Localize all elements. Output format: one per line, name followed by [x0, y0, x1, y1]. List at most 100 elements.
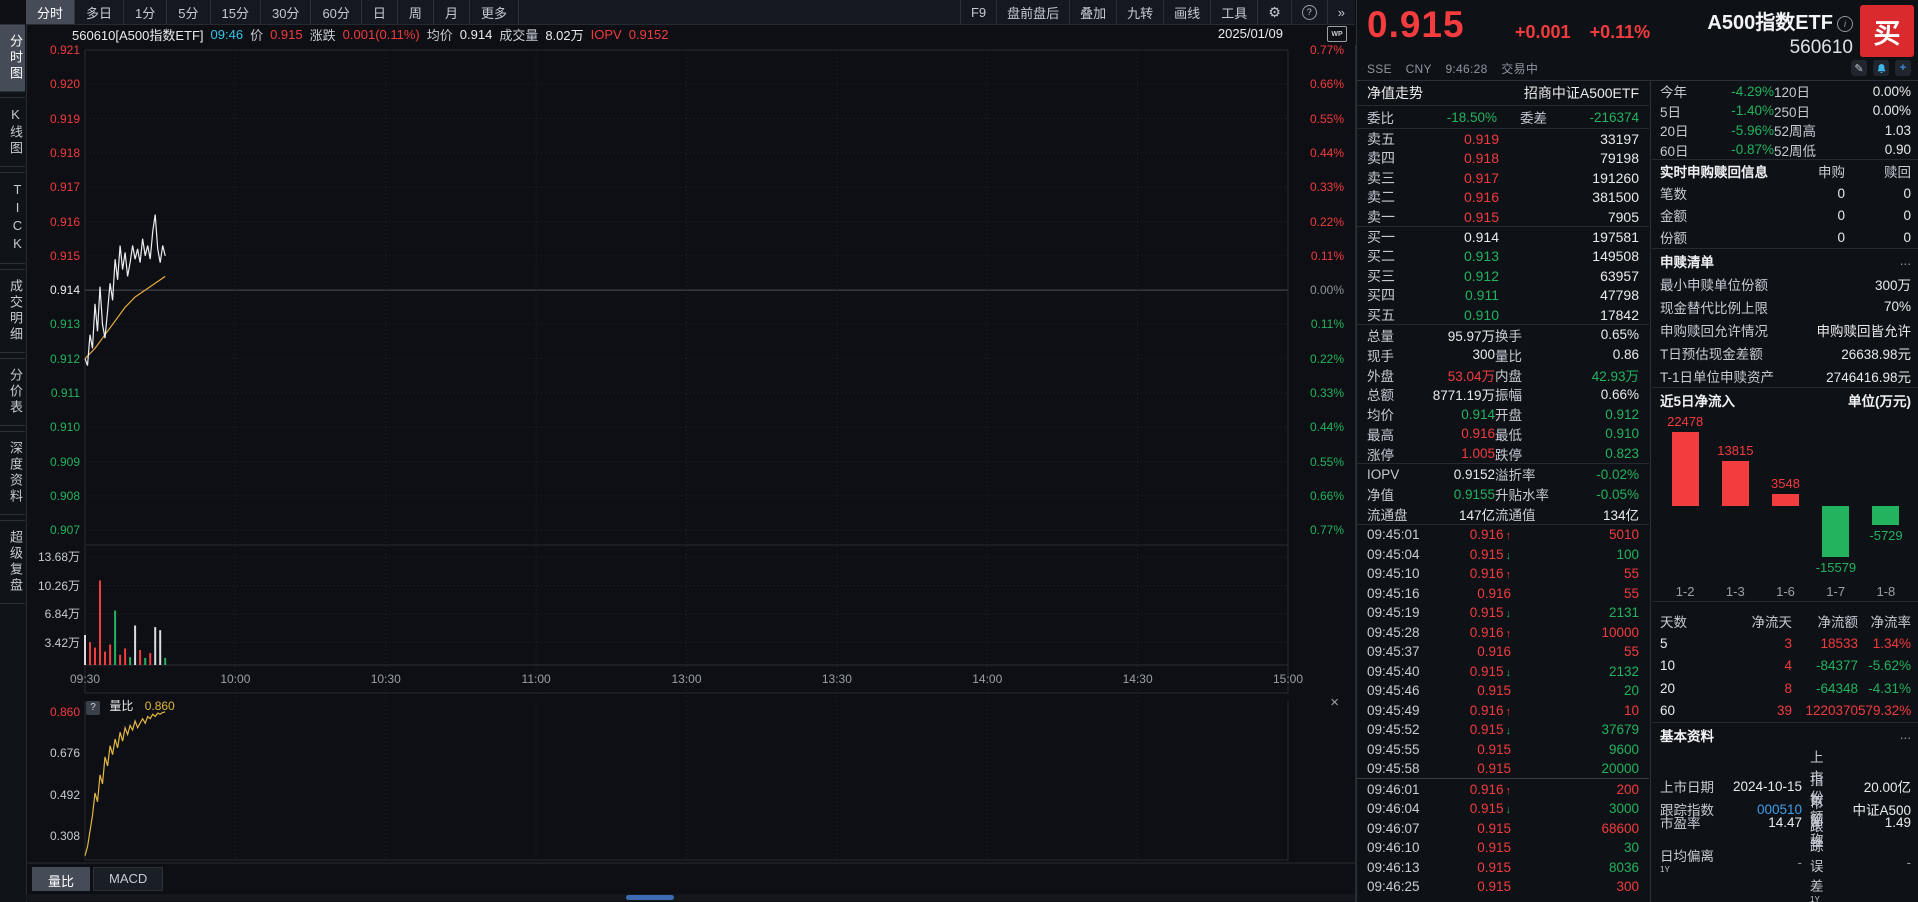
toolbar-tab-分时[interactable]: 分时	[26, 0, 75, 24]
stat-label: 净值	[1367, 484, 1411, 504]
buy-button[interactable]: 买	[1860, 5, 1914, 57]
toolbar-tab-5分[interactable]: 5分	[167, 0, 210, 24]
orderbook-row-卖四[interactable]: 卖四0.91879198	[1357, 148, 1649, 167]
tick-volume: 37679	[1511, 722, 1639, 737]
flow-table-cell: 20	[1660, 681, 1696, 696]
sidebar-item-成交明细[interactable]: 成交明细	[0, 269, 25, 353]
tick-price: 0.915	[1433, 821, 1511, 836]
shenshu-row: T日预估现金差额26638.98元	[1652, 341, 1918, 364]
shenshu-row: T-1日单位申赎资产2746416.98元	[1652, 364, 1918, 388]
horizontal-scrollbar-thumb[interactable]	[626, 895, 674, 900]
nav-title[interactable]: 净值走势	[1367, 83, 1423, 103]
axis-label: 0.77%	[1292, 523, 1344, 537]
indicator-tab-MACD[interactable]: MACD	[93, 867, 163, 891]
bottom-indicator-tabs: 量比MACD	[32, 867, 166, 891]
orderbook-row-买一[interactable]: 买一0.914197581	[1357, 227, 1649, 246]
indicator-tab-量比[interactable]: 量比	[32, 867, 90, 891]
orderbook-row-买五[interactable]: 买五0.91017842	[1357, 305, 1649, 324]
tick-time: 09:45:10	[1367, 566, 1433, 581]
toolbar-tab-更多[interactable]: 更多	[470, 0, 519, 24]
intraday-chart-svg	[26, 45, 1355, 865]
instrument-code: 560610	[1707, 37, 1853, 59]
tick-row: 09:45:580.91520000	[1357, 759, 1649, 779]
sidebar-item-分价表[interactable]: 分价表	[0, 358, 25, 426]
axis-label: 0.916	[30, 215, 80, 229]
shenshu-row: 现金替代比例上限70%	[1652, 295, 1918, 318]
orderbook-row-卖三[interactable]: 卖三0.917191260	[1357, 168, 1649, 187]
toolbar-button-F9[interactable]: F9	[960, 0, 996, 24]
intraday-chart-area[interactable]: ? 量比 0.860 × 量比MACD 0.9210.9200.9190.918…	[26, 45, 1356, 902]
chart-toolbar-right: F9盘前盘后叠加九转画线工具⚙?»	[960, 0, 1355, 24]
expand-more-icon[interactable]: »	[1327, 0, 1355, 24]
stats-row: 外盘53.04万内盘42.93万	[1357, 365, 1649, 385]
realtime-subscribe-value: 0	[1779, 208, 1845, 223]
avg-value: 0.914	[460, 27, 493, 42]
flow-bar-value: -5729	[1869, 528, 1902, 543]
tick-volume: 9600	[1511, 742, 1639, 757]
stat-label: 振幅	[1495, 384, 1551, 404]
axis-label: 0.909	[30, 455, 80, 469]
horizontal-scrollbar[interactable]	[26, 894, 1355, 901]
orderbook-row-买二[interactable]: 买二0.913149508	[1357, 246, 1649, 265]
basic-value: -	[1718, 855, 1802, 870]
gear-icon[interactable]: ⚙	[1257, 0, 1291, 24]
edit-icon[interactable]: ✎	[1851, 60, 1867, 76]
sidebar-item-分时图[interactable]: 分时图	[0, 24, 25, 92]
toolbar-tab-60分[interactable]: 60分	[311, 0, 361, 24]
axis-label: 10:00	[213, 672, 257, 686]
orderbook-row-卖二[interactable]: 卖二0.916381500	[1357, 187, 1649, 206]
toolbar-tab-多日[interactable]: 多日	[75, 0, 124, 24]
shenshu-more-link[interactable]: ...	[1900, 253, 1911, 268]
orderbook-row-买四[interactable]: 买四0.91147798	[1357, 285, 1649, 304]
toolbar-tab-周[interactable]: 周	[398, 0, 434, 24]
info-icon[interactable]: i	[1837, 16, 1853, 32]
basic-label: 上市日期	[1660, 776, 1718, 796]
price-change: +0.001 +0.11%	[1515, 22, 1650, 43]
subscribe-col-header: 申购	[1779, 161, 1845, 181]
sidebar-item-深度资料[interactable]: 深度资料	[0, 431, 25, 515]
toolbar-tab-1分[interactable]: 1分	[124, 0, 167, 24]
orderbook-row-卖一[interactable]: 卖一0.9157905	[1357, 207, 1649, 226]
shenshu-label: T-1日单位申赎资产	[1660, 366, 1774, 386]
tick-row: 09:45:460.91520	[1357, 681, 1649, 701]
alert-bell-icon[interactable]	[1873, 60, 1889, 76]
tick-time: 09:45:37	[1367, 644, 1433, 659]
toolbar-tab-月[interactable]: 月	[434, 0, 470, 24]
sidebar-item-K线图[interactable]: K线图	[0, 97, 25, 167]
subchart-title: 量比	[109, 699, 133, 713]
subchart-help-icon[interactable]: ?	[86, 701, 100, 715]
weibi-value: -18.50%	[1407, 110, 1497, 125]
toolbar-button-叠加[interactable]: 叠加	[1069, 0, 1116, 24]
realtime-redeem-value: 0	[1845, 208, 1911, 223]
realtime-label: 金额	[1660, 205, 1779, 225]
axis-label: 09:30	[63, 672, 107, 686]
toolbar-button-工具[interactable]: 工具	[1210, 0, 1257, 24]
wp-badge-icon[interactable]: WP	[1327, 26, 1347, 42]
orderbook-row-买三[interactable]: 买三0.91263957	[1357, 266, 1649, 285]
tick-list[interactable]: 09:45:010.916↑501009:45:040.915↓10009:45…	[1357, 525, 1649, 897]
tick-price: 0.915↓	[1433, 605, 1511, 620]
sidebar-item-超级复盘[interactable]: 超级复盘	[0, 520, 25, 604]
tick-price: 0.916↑	[1433, 566, 1511, 581]
toolbar-tab-日[interactable]: 日	[362, 0, 398, 24]
add-watchlist-icon[interactable]: +	[1895, 60, 1911, 76]
flow-table-cell: -4.31%	[1858, 681, 1911, 696]
tick-time: 09:45:04	[1367, 547, 1433, 562]
toolbar-button-盘前盘后[interactable]: 盘前盘后	[996, 0, 1069, 24]
subchart-close-icon[interactable]: ×	[1330, 695, 1339, 710]
basic-value: 20.00亿	[1833, 776, 1911, 796]
return-label: 52周高	[1774, 120, 1830, 140]
orderbook-row-卖五[interactable]: 卖五0.91933197	[1357, 129, 1649, 148]
stat-value: 53.04万	[1411, 365, 1495, 385]
tick-volume: 55	[1511, 586, 1639, 601]
toolbar-button-九转[interactable]: 九转	[1116, 0, 1163, 24]
stat-label: 涨停	[1367, 444, 1411, 464]
help-icon[interactable]: ?	[1291, 0, 1327, 24]
realtime-label: 笔数	[1660, 183, 1779, 203]
sidebar-item-TICK[interactable]: TICK	[0, 172, 25, 264]
basic-more-link[interactable]: ...	[1900, 727, 1911, 742]
toolbar-button-画线[interactable]: 画线	[1163, 0, 1210, 24]
quote-panel: 0.915 +0.001 +0.11% A500指数ETFi 560610 买 …	[1356, 0, 1918, 902]
toolbar-tab-15分[interactable]: 15分	[211, 0, 261, 24]
toolbar-tab-30分[interactable]: 30分	[261, 0, 311, 24]
